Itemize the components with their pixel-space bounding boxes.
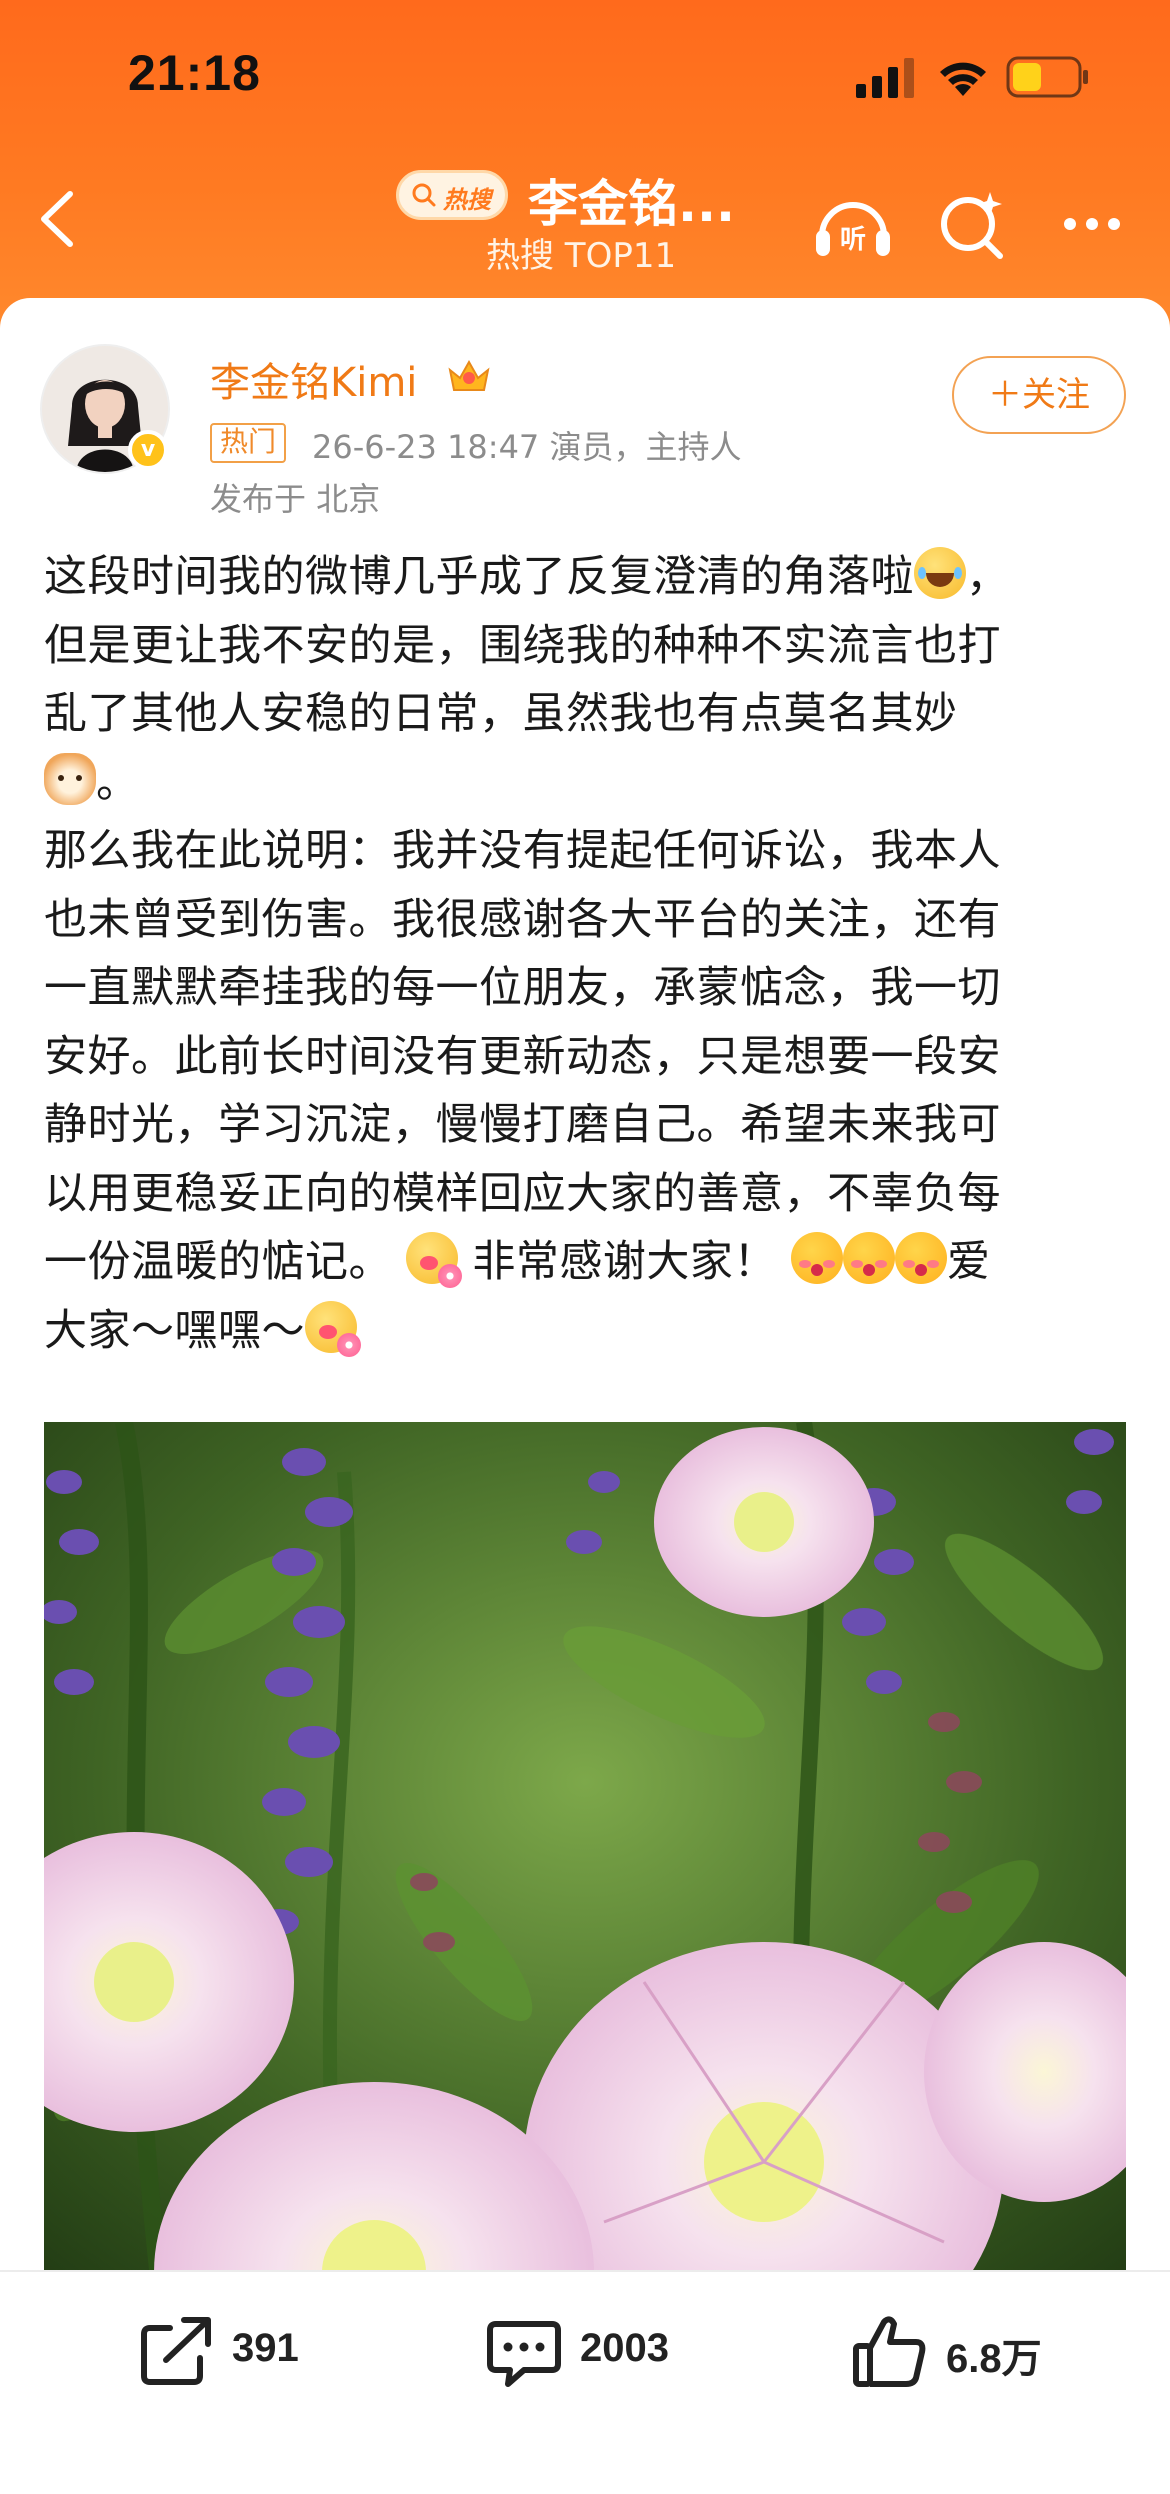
kiss-emoji-icon — [791, 1232, 844, 1284]
wifi-icon — [940, 62, 986, 96]
page-subtitle: 热搜 TOP11 — [486, 236, 677, 276]
flower-smile-emoji-icon — [305, 1300, 361, 1357]
post-location: 发布于 北京 — [210, 480, 381, 518]
hot-search-badge: 热搜 — [396, 170, 508, 220]
repost-icon — [141, 2317, 211, 2385]
kiss-emoji-icon — [895, 1232, 948, 1284]
cellular-signal-icon — [856, 58, 914, 98]
flower-smile-emoji-icon — [406, 1232, 463, 1288]
hot-tag: 热门 — [210, 423, 287, 463]
repost-count: 391 — [232, 2326, 299, 2370]
status-bar: 21:18 — [0, 0, 1170, 150]
post-line: 大家～嘿嘿～ — [44, 1297, 1130, 1366]
header-background: 21:18 热搜 李金铭... 热搜 TOP11 听 — [0, 0, 1170, 340]
like-button[interactable]: 6.8万 — [850, 2312, 1090, 2412]
kiss-emoji-icon — [843, 1232, 896, 1284]
post-meta: 26-6-23 18:47 演员，主持人 — [312, 428, 742, 466]
repost-button[interactable]: 391 — [136, 2312, 336, 2412]
post-line: 安好。此前长时间没有更新动态，只是想要一段安 — [44, 1031, 1001, 1082]
comment-count: 2003 — [580, 2326, 669, 2370]
search-icon — [412, 183, 436, 207]
listen-icon[interactable]: 听 — [808, 180, 898, 270]
post-line: 这段时间我的微博几乎成了反复澄清的角落啦， — [44, 543, 1130, 612]
search-sparkle-icon[interactable] — [928, 180, 1018, 270]
nav-bar: 热搜 李金铭... 热搜 TOP11 听 — [0, 150, 1170, 300]
hot-badge-label: 热搜 — [443, 186, 491, 214]
post-line: 。 — [44, 749, 1130, 818]
post-line: 以用更稳妥正向的模样回应大家的善意，不辜负每 — [44, 1168, 1001, 1219]
status-time: 21:18 — [128, 45, 261, 101]
thumbs-up-icon — [853, 2316, 926, 2387]
post-text: 这段时间我的微博几乎成了反复澄清的角落啦， 但是更让我不安的是，围绕我的种种不实… — [44, 543, 1130, 1365]
crown-badge-icon — [448, 359, 490, 391]
svg-text:听: 听 — [840, 225, 866, 255]
post-image[interactable] — [44, 1422, 1126, 2322]
like-count: 6.8万 — [946, 2337, 1042, 2381]
post-card: v 李金铭Kimi 热门 26-6-23 18:47 演员，主持人 发布于 北京… — [0, 298, 1170, 2492]
battery-icon — [1006, 56, 1088, 98]
laugh-cry-emoji-icon — [914, 547, 966, 599]
post-line: 也未曾受到伤害。我很感谢各大平台的关注，还有 — [44, 894, 1001, 945]
more-options-icon[interactable] — [1050, 180, 1140, 270]
post-line: 但是更让我不安的是，围绕我的种种不实流言也打 — [44, 620, 1001, 671]
post-line: 静时光，学习沉淀，慢慢打磨自己。希望未来我可 — [44, 1100, 1001, 1150]
post-line: 乱了其他人安稳的日常，虽然我也有点莫名其妙 — [44, 689, 958, 739]
comment-button[interactable]: 2003 — [484, 2312, 724, 2412]
verified-badge-icon: v — [128, 430, 168, 470]
comment-icon — [487, 2321, 561, 2387]
dog-emoji-icon — [44, 752, 96, 805]
post-line: 一直默默牵挂我的每一位朋友，承蒙惦念，我一切 — [44, 963, 1001, 1013]
username[interactable]: 李金铭Kimi — [210, 350, 417, 408]
action-bar: 391 2003 6.8万 — [0, 2270, 1170, 2494]
page-title: 李金铭... — [528, 175, 735, 233]
back-arrow-icon[interactable] — [26, 184, 96, 254]
post-line: 一份温暖的惦记。 非常感谢大家！ 爱 — [44, 1228, 1130, 1297]
follow-button[interactable]: ＋关注 — [952, 356, 1126, 434]
post-line: 那么我在此说明：我并没有提起任何诉讼，我本人 — [44, 826, 1001, 876]
